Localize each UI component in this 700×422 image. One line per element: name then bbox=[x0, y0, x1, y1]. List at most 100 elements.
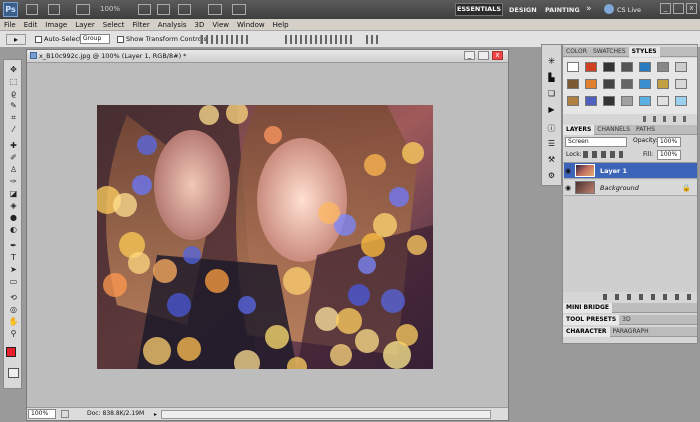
tab-mini-bridge[interactable]: MINI BRIDGE bbox=[563, 302, 612, 313]
workspace-design[interactable]: DESIGN bbox=[509, 6, 537, 14]
align-buttons[interactable] bbox=[200, 35, 250, 44]
show-transform-checkbox[interactable] bbox=[117, 36, 124, 43]
doc-maximize-button[interactable] bbox=[478, 51, 489, 60]
tab-tool-presets[interactable]: TOOL PRESETS bbox=[563, 314, 620, 325]
workspace-painting[interactable]: PAINTING bbox=[545, 6, 580, 14]
opacity-field[interactable]: 100% bbox=[657, 137, 681, 147]
menu-layer[interactable]: Layer bbox=[71, 21, 99, 29]
style-swatch[interactable] bbox=[675, 62, 687, 72]
cs-live-menu[interactable]: CS Live bbox=[617, 6, 641, 14]
tab-paths[interactable]: PATHS bbox=[633, 125, 658, 135]
zoom-tool-icon[interactable] bbox=[157, 4, 170, 15]
style-swatch[interactable] bbox=[657, 96, 669, 106]
style-swatch[interactable] bbox=[603, 79, 615, 89]
doc-size-info[interactable]: Doc: 838.8K/2.19M bbox=[87, 410, 144, 417]
layers-footer-buttons[interactable] bbox=[603, 294, 691, 300]
3d-light-icon[interactable]: ✳ bbox=[545, 57, 558, 68]
rotate-view-icon[interactable] bbox=[178, 4, 191, 15]
style-swatch[interactable] bbox=[621, 62, 633, 72]
style-swatch[interactable] bbox=[567, 62, 579, 72]
character-panel[interactable]: CHARACTER PARAGRAPH bbox=[563, 326, 697, 337]
tab-styles[interactable]: STYLES bbox=[628, 46, 660, 57]
menu-3d[interactable]: 3D bbox=[191, 21, 209, 29]
zoom-tool-icon[interactable]: ⚲ bbox=[7, 329, 20, 338]
layer-row-layer1[interactable]: ◉ Layer 1 bbox=[564, 163, 697, 179]
spot-healing-tool-icon[interactable]: ✚ bbox=[7, 141, 20, 150]
style-swatch[interactable] bbox=[657, 79, 669, 89]
style-swatch[interactable] bbox=[603, 96, 615, 106]
type-tool-icon[interactable]: T bbox=[7, 253, 20, 262]
pen-tool-icon[interactable]: ✒ bbox=[7, 241, 20, 250]
document-tab[interactable]: x_B10c992c.jpg @ 100% (Layer 1, RGB/8#) … bbox=[27, 50, 508, 63]
layer-name[interactable]: Background bbox=[600, 184, 639, 192]
style-swatch[interactable] bbox=[603, 62, 615, 72]
style-swatch[interactable] bbox=[621, 96, 633, 106]
style-swatch[interactable] bbox=[585, 79, 597, 89]
close-app-button[interactable]: x bbox=[686, 3, 697, 14]
styles-footer-buttons[interactable] bbox=[643, 116, 693, 122]
tab-color[interactable]: COLOR bbox=[563, 47, 590, 57]
arrange-documents-icon[interactable] bbox=[208, 4, 222, 15]
menu-image[interactable]: Image bbox=[41, 21, 71, 29]
hand-tool-icon[interactable] bbox=[138, 4, 151, 15]
mini-bridge-panel[interactable]: MINI BRIDGE bbox=[563, 302, 697, 313]
clone-source-icon[interactable]: ⚙ bbox=[545, 171, 558, 182]
style-swatch[interactable] bbox=[585, 96, 597, 106]
tab-channels[interactable]: CHANNELS bbox=[594, 125, 633, 135]
quick-mask-icon[interactable] bbox=[8, 368, 19, 378]
view-extras-icon[interactable] bbox=[76, 4, 90, 15]
menu-help[interactable]: Help bbox=[269, 21, 293, 29]
lasso-tool-icon[interactable]: ϱ bbox=[7, 89, 20, 98]
doc-close-button[interactable]: x bbox=[492, 51, 503, 60]
tab-paragraph[interactable]: PARAGRAPH bbox=[610, 327, 652, 337]
visibility-eye-icon[interactable]: ◉ bbox=[564, 167, 572, 175]
move-tool-icon[interactable]: ✥ bbox=[7, 65, 20, 74]
style-swatch[interactable] bbox=[657, 62, 669, 72]
lock-buttons[interactable] bbox=[583, 151, 623, 158]
maximize-button[interactable] bbox=[673, 3, 684, 14]
tab-3d[interactable]: 3D bbox=[619, 315, 633, 325]
more-workspaces-icon[interactable]: » bbox=[586, 4, 592, 14]
tab-swatches[interactable]: SWATCHES bbox=[590, 47, 629, 57]
status-menu-arrow-icon[interactable]: ▸ bbox=[154, 411, 157, 418]
menu-filter[interactable]: Filter bbox=[128, 21, 153, 29]
menu-select[interactable]: Select bbox=[99, 21, 129, 29]
auto-align-button[interactable] bbox=[366, 35, 378, 44]
actions-icon[interactable]: ▶ bbox=[545, 105, 558, 116]
shape-tool-icon[interactable]: ▭ bbox=[7, 277, 20, 286]
menu-file[interactable]: File bbox=[0, 21, 20, 29]
move-tool-preset-icon[interactable]: ▸ bbox=[6, 34, 26, 45]
style-swatch[interactable] bbox=[675, 79, 687, 89]
eraser-tool-icon[interactable]: ◪ bbox=[7, 189, 20, 198]
blend-mode-dropdown[interactable]: Screen bbox=[565, 137, 627, 147]
minimize-button[interactable]: _ bbox=[660, 3, 671, 14]
hand-tool-icon[interactable]: ✋ bbox=[7, 317, 20, 326]
zoom-field[interactable]: 100% bbox=[28, 409, 56, 419]
auto-select-checkbox[interactable] bbox=[35, 36, 42, 43]
style-swatch[interactable] bbox=[639, 96, 651, 106]
minibridge-icon[interactable] bbox=[48, 4, 60, 15]
screen-mode-icon[interactable] bbox=[232, 4, 246, 15]
layer-name[interactable]: Layer 1 bbox=[600, 167, 627, 175]
paint-bucket-tool-icon[interactable]: ◈ bbox=[7, 201, 20, 210]
clone-stamp-tool-icon[interactable]: ♙ bbox=[7, 165, 20, 174]
visibility-eye-icon[interactable]: ◉ bbox=[564, 184, 572, 192]
style-swatch[interactable] bbox=[639, 62, 651, 72]
workspace-essentials[interactable]: ESSENTIALS bbox=[455, 3, 503, 16]
status-options-icon[interactable] bbox=[61, 410, 69, 418]
menu-edit[interactable]: Edit bbox=[20, 21, 42, 29]
dodge-tool-icon[interactable]: ◐ bbox=[7, 225, 20, 234]
tab-character[interactable]: CHARACTER bbox=[563, 326, 610, 337]
quick-selection-tool-icon[interactable]: ✎ bbox=[7, 101, 20, 110]
adjustments-icon[interactable]: ☰ bbox=[545, 139, 558, 150]
3d-orbit-tool-icon[interactable]: ◎ bbox=[7, 305, 20, 314]
fill-field[interactable]: 100% bbox=[657, 150, 681, 160]
style-swatch[interactable] bbox=[567, 96, 579, 106]
histogram-icon[interactable]: ▙ bbox=[545, 73, 558, 84]
tool-presets-panel[interactable]: TOOL PRESETS 3D bbox=[563, 314, 697, 325]
info-icon[interactable]: ⓘ bbox=[545, 123, 558, 134]
menu-analysis[interactable]: Analysis bbox=[154, 21, 191, 29]
style-swatch[interactable] bbox=[585, 62, 597, 72]
menu-view[interactable]: View bbox=[208, 21, 233, 29]
bridge-icon[interactable] bbox=[26, 4, 38, 15]
